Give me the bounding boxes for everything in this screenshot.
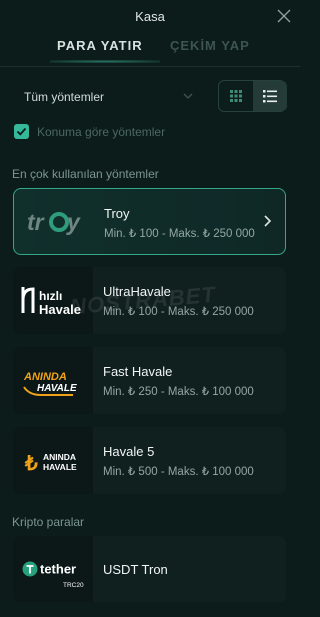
svg-text:₺: ₺: [24, 453, 38, 475]
logo-text: ANINDA: [23, 371, 67, 383]
logo-text: ANINDA: [43, 452, 76, 462]
method-limits: Min. ₺ 500 - Maks. ₺ 100 000: [103, 466, 254, 478]
tab-withdraw[interactable]: ÇEKİM YAP: [170, 38, 250, 53]
section-title-crypto: Kripto paralar: [12, 515, 85, 529]
troy-logo: tr y: [14, 189, 94, 256]
chevron-down-icon: [183, 93, 193, 99]
logo-text: hızlı: [39, 289, 62, 303]
tether-logo: tether TRC20: [13, 536, 93, 603]
active-tab-indicator: [50, 60, 160, 63]
bottom-edge: [0, 602, 300, 617]
location-checkbox[interactable]: [14, 124, 29, 139]
section-title-popular: En çok kullanılan yöntemler: [12, 167, 159, 181]
payment-method-card-havale-5[interactable]: ₺ ANINDA HAVALE Havale 5 Min. ₺ 500 - Ma…: [13, 427, 286, 494]
aninda-havale-logo: ANINDA HAVALE: [13, 347, 93, 414]
payment-method-card-usdt-tron[interactable]: tether TRC20 USDT Tron: [13, 536, 286, 603]
grid-view-button[interactable]: [219, 81, 253, 111]
list-icon: [263, 90, 277, 103]
method-name: USDT Tron: [103, 562, 168, 577]
method-limits: Min. ₺ 250 - Maks. ₺ 100 000: [103, 386, 254, 398]
location-checkbox-label: Konuma göre yöntemler: [37, 125, 166, 139]
payment-method-card-fast-havale[interactable]: ANINDA HAVALE Fast Havale Min. ₺ 250 - M…: [13, 347, 286, 414]
tab-bar: PARA YATIR ÇEKİM YAP: [0, 38, 300, 64]
logo-text: HAVALE: [43, 462, 77, 472]
payment-method-card-troy[interactable]: tr y Troy Min. ₺ 100 - Maks. ₺ 250 000: [13, 188, 286, 255]
close-icon[interactable]: [276, 8, 292, 24]
svg-text:tr: tr: [27, 209, 45, 235]
chevron-right-icon: [264, 215, 272, 227]
header-divider: [0, 66, 300, 67]
logo-text: HAVALE: [37, 383, 77, 394]
grid-icon: [230, 90, 242, 102]
method-name: Havale 5: [103, 444, 155, 459]
svg-text:y: y: [66, 209, 81, 235]
logo-subtext: TRC20: [63, 582, 84, 589]
logo-text: tether: [40, 562, 76, 577]
tab-deposit[interactable]: PARA YATIR: [57, 38, 143, 53]
method-filter-value: Tüm yöntemler: [24, 90, 105, 104]
check-icon: [16, 127, 27, 136]
page-title: Kasa: [135, 9, 165, 24]
method-limits: Min. ₺ 100 - Maks. ₺ 250 000: [104, 228, 255, 240]
method-name: Troy: [104, 206, 130, 221]
list-view-button[interactable]: [253, 81, 287, 111]
view-toggle: [218, 80, 287, 112]
method-name: Fast Havale: [103, 364, 173, 379]
aninda-havale-lira-logo: ₺ ANINDA HAVALE: [13, 427, 93, 494]
